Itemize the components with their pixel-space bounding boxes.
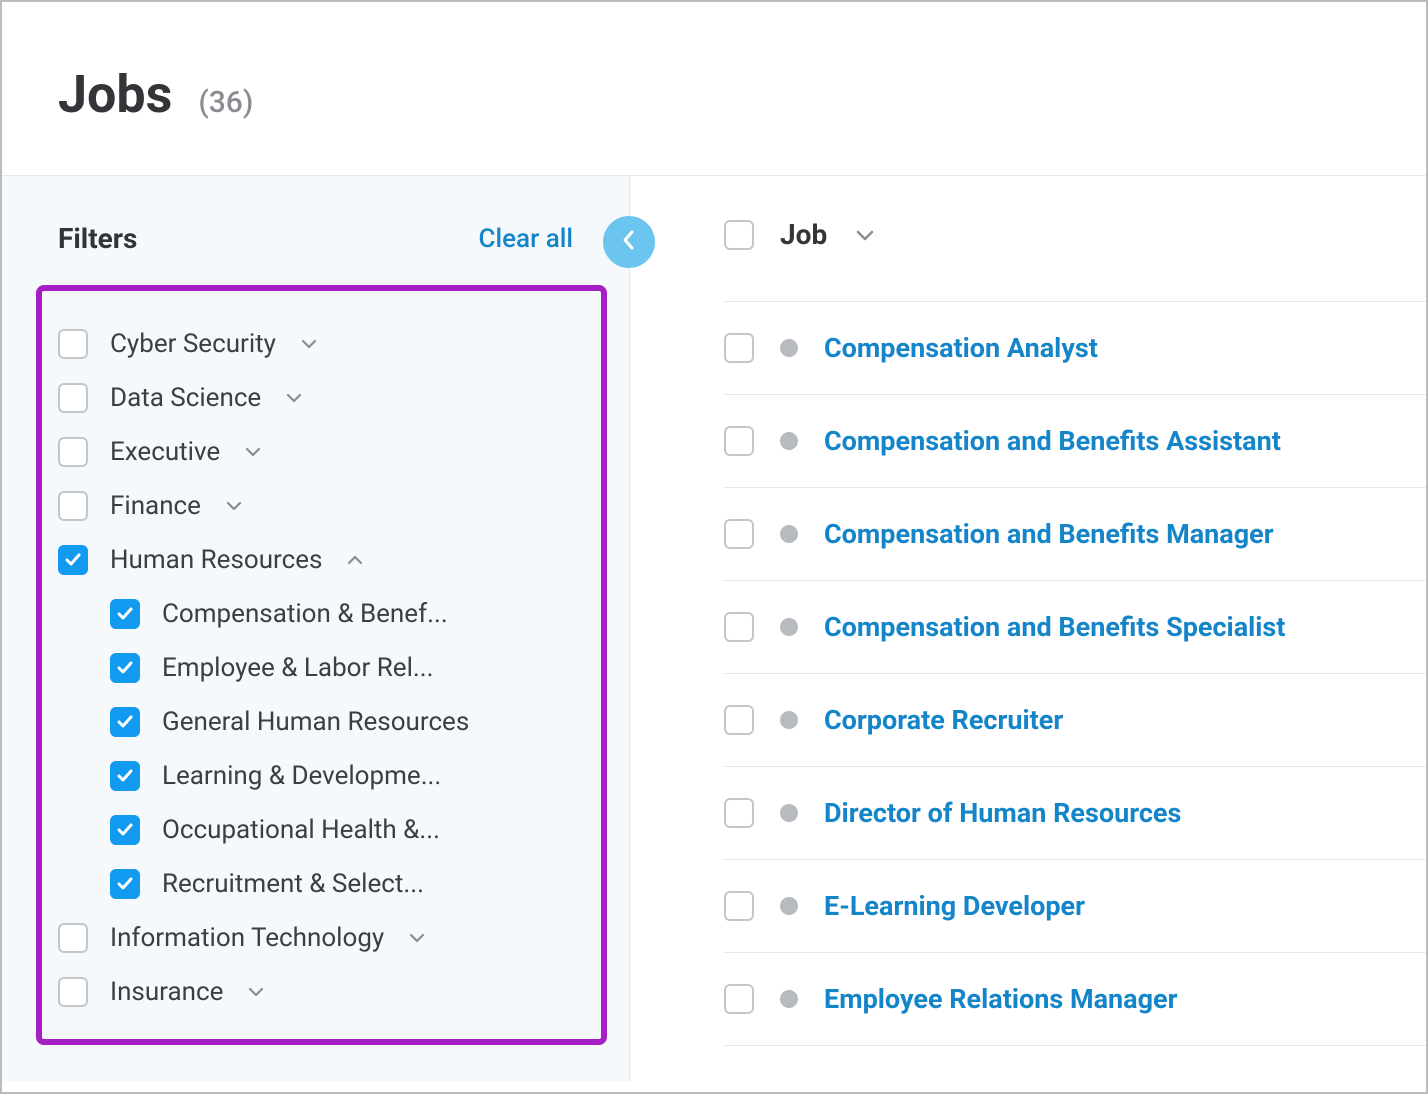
- filter-category[interactable]: Data Science: [58, 371, 581, 425]
- job-row-checkbox[interactable]: [724, 798, 754, 828]
- filter-checkbox[interactable]: [110, 653, 140, 683]
- status-dot-icon: [780, 804, 798, 822]
- filter-category[interactable]: Finance: [58, 479, 581, 533]
- filter-checkbox[interactable]: [58, 383, 88, 413]
- job-row: Compensation Analyst: [724, 302, 1426, 395]
- status-dot-icon: [780, 990, 798, 1008]
- job-row-checkbox[interactable]: [724, 519, 754, 549]
- collapse-sidebar-button[interactable]: [603, 216, 655, 268]
- results-count: (36): [198, 85, 253, 120]
- job-row-checkbox[interactable]: [724, 333, 754, 363]
- job-row: Director of Human Resources: [724, 767, 1426, 860]
- filter-sublabel: Learning & Developme...: [162, 761, 441, 791]
- filter-label: Information Technology: [110, 923, 384, 953]
- job-column-header[interactable]: Job: [780, 218, 827, 251]
- job-link[interactable]: E-Learning Developer: [824, 890, 1085, 922]
- job-row: Compensation and Benefits Specialist: [724, 581, 1426, 674]
- job-link[interactable]: Corporate Recruiter: [824, 704, 1063, 736]
- filter-checkbox[interactable]: [110, 599, 140, 629]
- filter-category[interactable]: Insurance: [58, 965, 581, 1019]
- chevron-down-icon: [247, 986, 265, 998]
- filter-checkbox[interactable]: [58, 437, 88, 467]
- job-row: E-Learning Developer: [724, 860, 1426, 953]
- chevron-up-icon: [346, 554, 364, 566]
- chevron-down-icon: [300, 338, 318, 350]
- status-dot-icon: [780, 432, 798, 450]
- filter-checkbox[interactable]: [58, 545, 88, 575]
- status-dot-icon: [780, 339, 798, 357]
- status-dot-icon: [780, 525, 798, 543]
- job-link[interactable]: Compensation and Benefits Specialist: [824, 611, 1285, 643]
- chevron-down-icon: [225, 500, 243, 512]
- status-dot-icon: [780, 897, 798, 915]
- filter-label: Executive: [110, 437, 220, 467]
- filter-sublabel: Compensation & Benef...: [162, 599, 448, 629]
- chevron-down-icon: [285, 392, 303, 404]
- page-title: Jobs: [58, 64, 172, 125]
- filter-checkbox[interactable]: [58, 923, 88, 953]
- filter-checkbox[interactable]: [110, 869, 140, 899]
- filter-label: Cyber Security: [110, 329, 276, 359]
- filter-checkbox[interactable]: [58, 329, 88, 359]
- filter-label: Data Science: [110, 383, 261, 413]
- job-row: Compensation and Benefits Assistant: [724, 395, 1426, 488]
- filter-label: Human Resources: [110, 545, 322, 575]
- job-row-checkbox[interactable]: [724, 984, 754, 1014]
- filter-checkbox[interactable]: [110, 761, 140, 791]
- filter-sublabel: General Human Resources: [162, 707, 469, 737]
- chevron-down-icon: [408, 932, 426, 944]
- job-link[interactable]: Director of Human Resources: [824, 797, 1181, 829]
- filter-sublabel: Occupational Health &...: [162, 815, 440, 845]
- filter-category[interactable]: Human Resources: [58, 533, 581, 587]
- job-row: Employee Relations Manager: [724, 953, 1426, 1046]
- job-row: Corporate Recruiter: [724, 674, 1426, 767]
- filter-subcategory[interactable]: General Human Resources: [58, 695, 581, 749]
- filter-checkbox[interactable]: [58, 491, 88, 521]
- filter-subcategory[interactable]: Occupational Health &...: [58, 803, 581, 857]
- filters-heading: Filters: [58, 222, 137, 255]
- filter-label: Finance: [110, 491, 201, 521]
- filter-highlight-box: Cyber Security Data Science Executive Finan…: [36, 285, 607, 1045]
- chevron-left-icon: [621, 228, 637, 256]
- filter-label: Insurance: [110, 977, 223, 1007]
- filter-checkbox[interactable]: [110, 707, 140, 737]
- filter-category[interactable]: Information Technology: [58, 911, 581, 965]
- filter-checkbox[interactable]: [110, 815, 140, 845]
- select-all-checkbox[interactable]: [724, 220, 754, 250]
- job-row-checkbox[interactable]: [724, 705, 754, 735]
- filter-category[interactable]: Executive: [58, 425, 581, 479]
- job-link[interactable]: Compensation and Benefits Manager: [824, 518, 1274, 550]
- job-link[interactable]: Compensation Analyst: [824, 332, 1098, 364]
- filter-checkbox[interactable]: [58, 977, 88, 1007]
- filter-subcategory[interactable]: Compensation & Benef...: [58, 587, 581, 641]
- filter-sublabel: Recruitment & Select...: [162, 869, 424, 899]
- filter-subcategory[interactable]: Recruitment & Select...: [58, 857, 581, 911]
- job-link[interactable]: Compensation and Benefits Assistant: [824, 425, 1281, 457]
- clear-all-link[interactable]: Clear all: [479, 224, 573, 254]
- job-row-checkbox[interactable]: [724, 891, 754, 921]
- job-row-checkbox[interactable]: [724, 426, 754, 456]
- job-row-checkbox[interactable]: [724, 612, 754, 642]
- filter-category[interactable]: Cyber Security: [58, 317, 581, 371]
- filter-sublabel: Employee & Labor Rel...: [162, 653, 433, 683]
- job-row: Compensation and Benefits Manager: [724, 488, 1426, 581]
- chevron-down-icon: [244, 446, 262, 458]
- filter-subcategory[interactable]: Employee & Labor Rel...: [58, 641, 581, 695]
- chevron-down-icon: [855, 228, 875, 242]
- job-link[interactable]: Employee Relations Manager: [824, 983, 1178, 1015]
- filter-subcategory[interactable]: Learning & Developme...: [58, 749, 581, 803]
- status-dot-icon: [780, 618, 798, 636]
- status-dot-icon: [780, 711, 798, 729]
